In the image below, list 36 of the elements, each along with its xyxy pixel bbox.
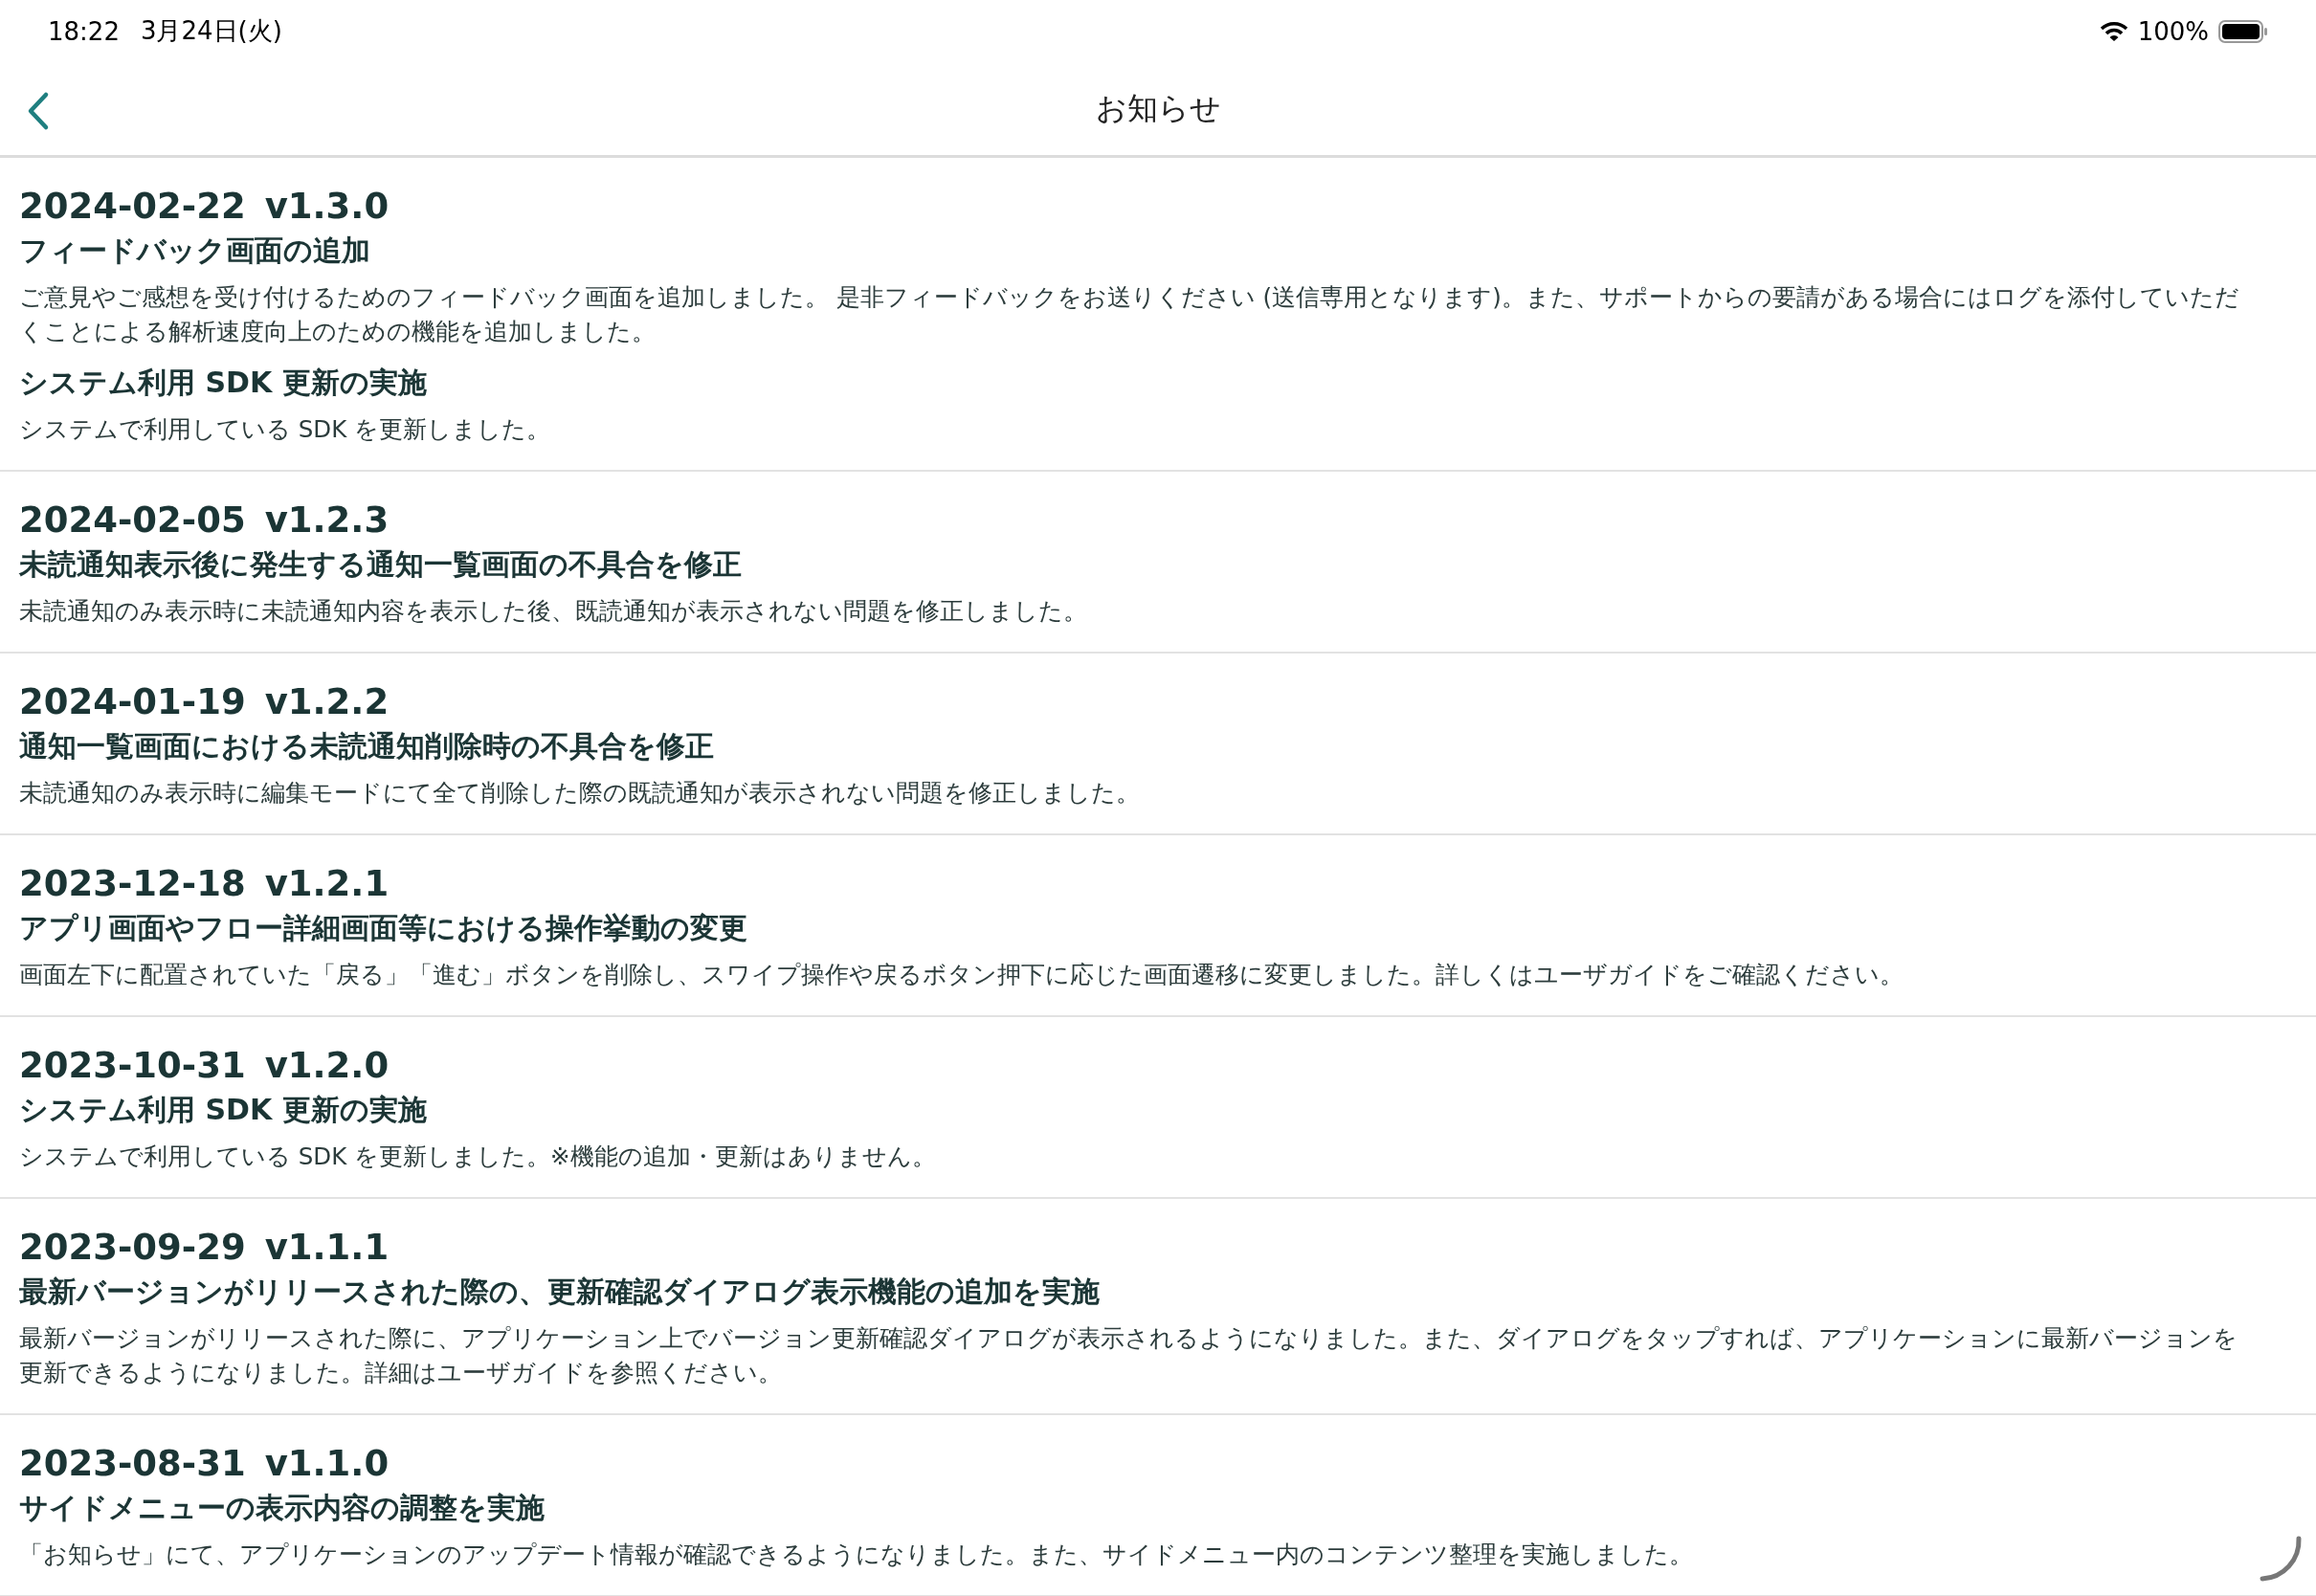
version-number: v1.2.2 (264, 680, 390, 724)
change-title: アプリ画面やフロー詳細画面等における操作挙動の変更 (19, 910, 748, 946)
change-title: システム利用 SDK 更新の実施 (19, 365, 428, 401)
battery-icon (2218, 19, 2268, 43)
change-title: 未読通知表示後に発生する通知一覧画面の不具合を修正 (19, 546, 743, 583)
change-description: 未読通知のみ表示時に編集モードにて全て削除した際の既読通知が表示されない問題を修正しました。 (19, 778, 1140, 809)
battery-level: 100% (2137, 16, 2209, 46)
version-number: v1.3.0 (264, 185, 390, 229)
change-description: システムで利用している SDK を更新しました。※機能の追加・更新はありません。 (19, 1142, 936, 1172)
version-number: v1.2.0 (264, 1044, 390, 1088)
date-text: 3月24日(火) (140, 15, 282, 47)
change-description: 「お知らせ」にて、アプリケーションのアップデート情報が確認できるようになりました。また、サイドメニュー内のコンテンツ整理を実施しました。 (19, 1540, 1693, 1570)
change-title: システム利用 SDK 更新の実施 (19, 1092, 428, 1128)
change-description: 画面左下に配置されていた「戻る」「進む」ボタンを削除し、スワイプ操作や戻るボタン押下に応じた画面遷移に変更しました。詳しくはユーザガイドをご確認ください。 (19, 960, 1904, 990)
wifi-icon (2099, 20, 2128, 42)
version-number: v1.1.0 (264, 1442, 390, 1486)
release-date: 2023-09-29 (19, 1226, 246, 1270)
change-description: 最新バージョンがリリースされた際に、アプリケーション上でバージョン更新確認ダイアログが表示されるようになりました。また、ダイアログをタップすれば、アプリケーションに最新バージョンを更新できるようになりました。詳細はユーザガイドを参照ください。 (19, 1323, 2238, 1388)
version-number: v1.1.1 (264, 1226, 390, 1270)
change-description: システムで利用している SDK を更新しました。 (19, 414, 551, 445)
release-date: 2023-08-31 (19, 1442, 246, 1486)
version-number: v1.2.1 (264, 862, 390, 906)
release-date: 2023-10-31 (19, 1044, 246, 1088)
clock-time: 18:22 (48, 16, 120, 46)
screen-title: お知らせ (1095, 88, 1221, 128)
release-date: 2024-02-22 (19, 185, 246, 229)
release-date: 2024-02-05 (19, 499, 246, 543)
change-title: 通知一覧画面における未読通知削除時の不具合を修正 (19, 728, 715, 765)
change-title: フィードバック画面の追加 (19, 233, 371, 269)
release-date: 2024-01-19 (19, 680, 246, 724)
change-title: 最新バージョンがリリースされた際の、更新確認ダイアログ表示機能の追加を実施 (19, 1274, 1101, 1310)
release-date: 2023-12-18 (19, 862, 246, 906)
version-number: v1.2.3 (264, 499, 390, 543)
change-description: ご意見やご感想を受け付けるためのフィードバック画面を追加しました。 是非フィードバックをお送りください (送信専用となります)。また、サポートからの要請がある場合にはログを添付していただくことによる解析速度向上のための機能を追加しました。 (19, 282, 2240, 347)
change-description: 未読通知のみ表示時に未読通知内容を表示した後、既読通知が表示されない問題を修正しました。 (19, 596, 1087, 627)
change-title: サイドメニューの表示内容の調整を実施 (19, 1490, 546, 1526)
